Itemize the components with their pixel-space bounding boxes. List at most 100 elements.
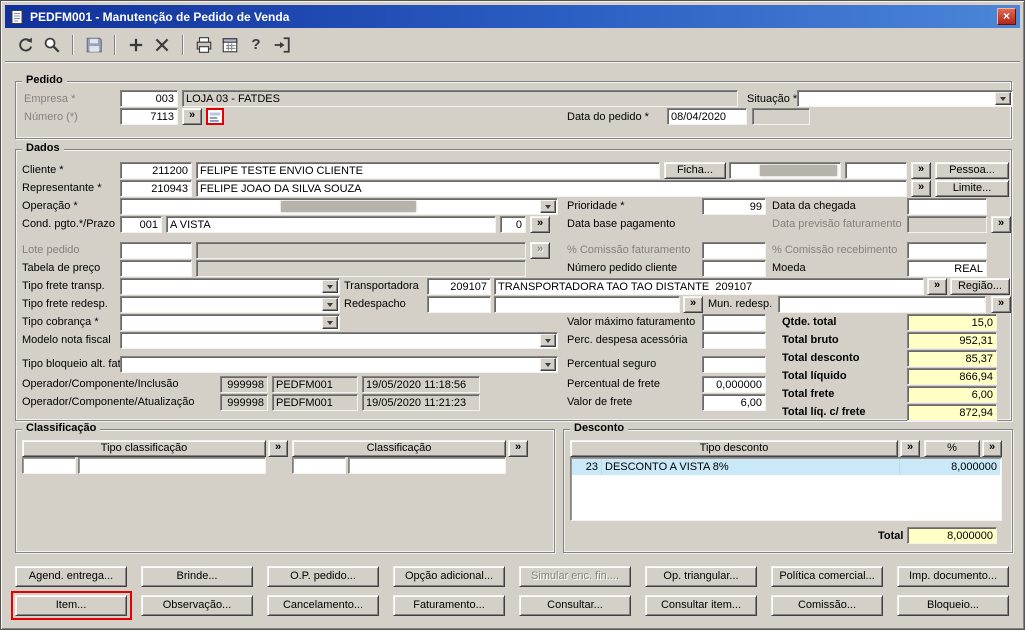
add-button[interactable] <box>123 32 149 58</box>
undo-button[interactable] <box>13 32 39 58</box>
perc-frete-label: Percentual de frete <box>567 378 660 390</box>
redespacho-code-field[interactable] <box>427 296 491 313</box>
situacao-select[interactable]: Em andamento <box>797 90 1013 107</box>
save-button[interactable] <box>81 32 107 58</box>
empresa-code-field[interactable]: 003 <box>120 90 178 107</box>
toolbar-separator <box>182 34 184 55</box>
consultar-item-button[interactable]: Consultar item... <box>645 595 757 616</box>
comissao-button[interactable]: Comissão... <box>771 595 883 616</box>
cond-pgto-zoom-button[interactable]: » <box>530 216 550 233</box>
print-button[interactable] <box>191 32 217 58</box>
regiao-button[interactable]: Região... <box>950 278 1010 295</box>
percent-zoom-button[interactable]: » <box>982 440 1002 457</box>
bloqueio-label: Tipo bloqueio alt. fat. <box>22 358 124 370</box>
cliente-extra-field[interactable]: 604 <box>729 162 841 179</box>
limite-button[interactable]: Limite... <box>935 180 1009 197</box>
representante-code-field[interactable]: 210943 <box>120 180 192 197</box>
faturamento-button[interactable]: Faturamento... <box>393 595 505 616</box>
politica-comercial-button[interactable]: Política comercial... <box>771 566 883 587</box>
lote-field[interactable] <box>120 242 192 259</box>
representante-zoom-button[interactable]: » <box>911 180 931 197</box>
transportadora-code-field[interactable]: 209107 <box>427 278 491 295</box>
cond-pgto-code-field[interactable]: 001 <box>120 216 162 233</box>
search-button[interactable] <box>39 32 65 58</box>
cliente-extra2-field[interactable] <box>845 162 907 179</box>
num-pedido-cliente-field[interactable] <box>702 260 766 277</box>
cliente-zoom-button[interactable]: » <box>911 162 931 179</box>
pedido-legend: Pedido <box>22 74 67 86</box>
data-previsao-field <box>907 216 987 233</box>
pessoa-button[interactable]: Pessoa... <box>935 162 1009 179</box>
redespacho-name-field[interactable] <box>494 296 680 313</box>
classificacao-zoom-button[interactable]: » <box>508 440 528 457</box>
data-previsao-zoom-button[interactable]: » <box>991 216 1011 233</box>
comissao-rec-field[interactable] <box>907 242 987 259</box>
cliente-name-field[interactable]: FELIPE TESTE ENVIO CLIENTE <box>196 162 660 179</box>
exit-button[interactable] <box>269 32 295 58</box>
ficha-button[interactable]: Ficha... <box>664 162 726 179</box>
tipo-classificacao-cell[interactable] <box>78 457 266 474</box>
cliente-extra-value: 604 <box>751 178 769 179</box>
perc-despesa-field[interactable] <box>702 332 766 349</box>
frete-redesp-select[interactable] <box>120 296 340 313</box>
prioridade-field[interactable]: 99 <box>702 198 766 215</box>
op-atualizacao-componente-field: PEDFM001 <box>272 394 358 411</box>
cond-pgto-desc-field[interactable]: A VISTA <box>166 216 496 233</box>
tipo-desconto-zoom-button[interactable]: » <box>900 440 920 457</box>
mun-redesp-field[interactable] <box>778 296 986 313</box>
valor-max-label: Valor máximo faturamento <box>567 316 696 328</box>
delete-button[interactable] <box>149 32 175 58</box>
close-button[interactable]: × <box>997 8 1016 25</box>
desconto-row[interactable]: 23 DESCONTO A VISTA 8% 8,000000 <box>572 459 1000 475</box>
cobranca-label: Tipo cobrança * <box>22 316 99 328</box>
mun-redesp-zoom-button[interactable]: » <box>991 296 1011 313</box>
imp-documento-button[interactable]: Imp. documento... <box>897 566 1009 587</box>
frete-transp-select[interactable]: Contratado por conta Remetente (CIF) <box>120 278 340 295</box>
redespacho-zoom-button[interactable]: » <box>683 296 703 313</box>
modelo-nf-select[interactable] <box>120 332 558 349</box>
title-bar[interactable]: PEDFM001 - Manutenção de Pedido de Venda… <box>5 5 1020 28</box>
desconto-list: 23 DESCONTO A VISTA 8% 8,000000 <box>570 457 1002 521</box>
agend-entrega-button[interactable]: Agend. entrega... <box>15 566 127 587</box>
cliente-code-field[interactable]: 211200 <box>120 162 192 179</box>
observacao-button[interactable]: Observação... <box>141 595 253 616</box>
tipo-classificacao-code-cell[interactable] <box>22 457 76 474</box>
representante-name-field[interactable]: FELIPE JOAO DA SILVA SOUZA <box>196 180 907 197</box>
brinde-button[interactable]: Brinde... <box>141 566 253 587</box>
perc-frete-field[interactable]: 0,000000 <box>702 376 766 393</box>
calendar-icon <box>222 37 238 52</box>
transportadora-name-field[interactable]: TRANSPORTADORA TAO TAO DISTANTE 209107 <box>494 278 924 295</box>
transportadora-zoom-button[interactable]: » <box>927 278 947 295</box>
total-liquido-field: 866,94 <box>907 368 997 385</box>
desconto-code-cell: 23 <box>572 459 602 475</box>
operacao-select[interactable]: 228 - REQUISICAO DE VENDA <box>120 198 558 215</box>
classificacao-code-cell[interactable] <box>292 457 346 474</box>
data-pedido-field[interactable]: 08/04/2020 <box>667 108 747 125</box>
calendar-button[interactable] <box>217 32 243 58</box>
perc-seguro-field[interactable] <box>702 356 766 373</box>
help-button[interactable]: ? <box>243 32 269 58</box>
numero-zoom-button[interactable]: » <box>182 108 202 125</box>
numero-field[interactable]: 7113 <box>120 108 178 125</box>
valor-frete-field[interactable]: 6,00 <box>702 394 766 411</box>
classificacao-cell[interactable] <box>348 457 506 474</box>
bloqueio-button[interactable]: Bloqueio... <box>897 595 1009 616</box>
redespacho-label: Redespacho <box>344 298 406 310</box>
consultar-button[interactable]: Consultar... <box>519 595 631 616</box>
numero-detail-icon[interactable] <box>206 108 224 125</box>
cobranca-select[interactable]: Carteira <box>120 314 340 331</box>
op-pedido-button[interactable]: O.P. pedido... <box>267 566 379 587</box>
op-inclusao-componente-field: PEDFM001 <box>272 376 358 393</box>
op-triangular-button[interactable]: Op. triangular... <box>645 566 757 587</box>
prazo-field[interactable]: 0 <box>500 216 526 233</box>
opcao-adicional-button[interactable]: Opção adicional... <box>393 566 505 587</box>
valor-max-field[interactable] <box>702 314 766 331</box>
lote-zoom-button: » <box>530 242 550 259</box>
tabela-preco-field[interactable] <box>120 260 192 277</box>
bloqueio-select[interactable]: Bloquear alteração no parcelamento e no … <box>120 356 558 373</box>
comissao-fat-field[interactable] <box>702 242 766 259</box>
tipo-classificacao-zoom-button[interactable]: » <box>268 440 288 457</box>
cancelamento-button[interactable]: Cancelamento... <box>267 595 379 616</box>
data-chegada-field[interactable] <box>907 198 987 215</box>
dados-legend: Dados <box>22 142 64 154</box>
